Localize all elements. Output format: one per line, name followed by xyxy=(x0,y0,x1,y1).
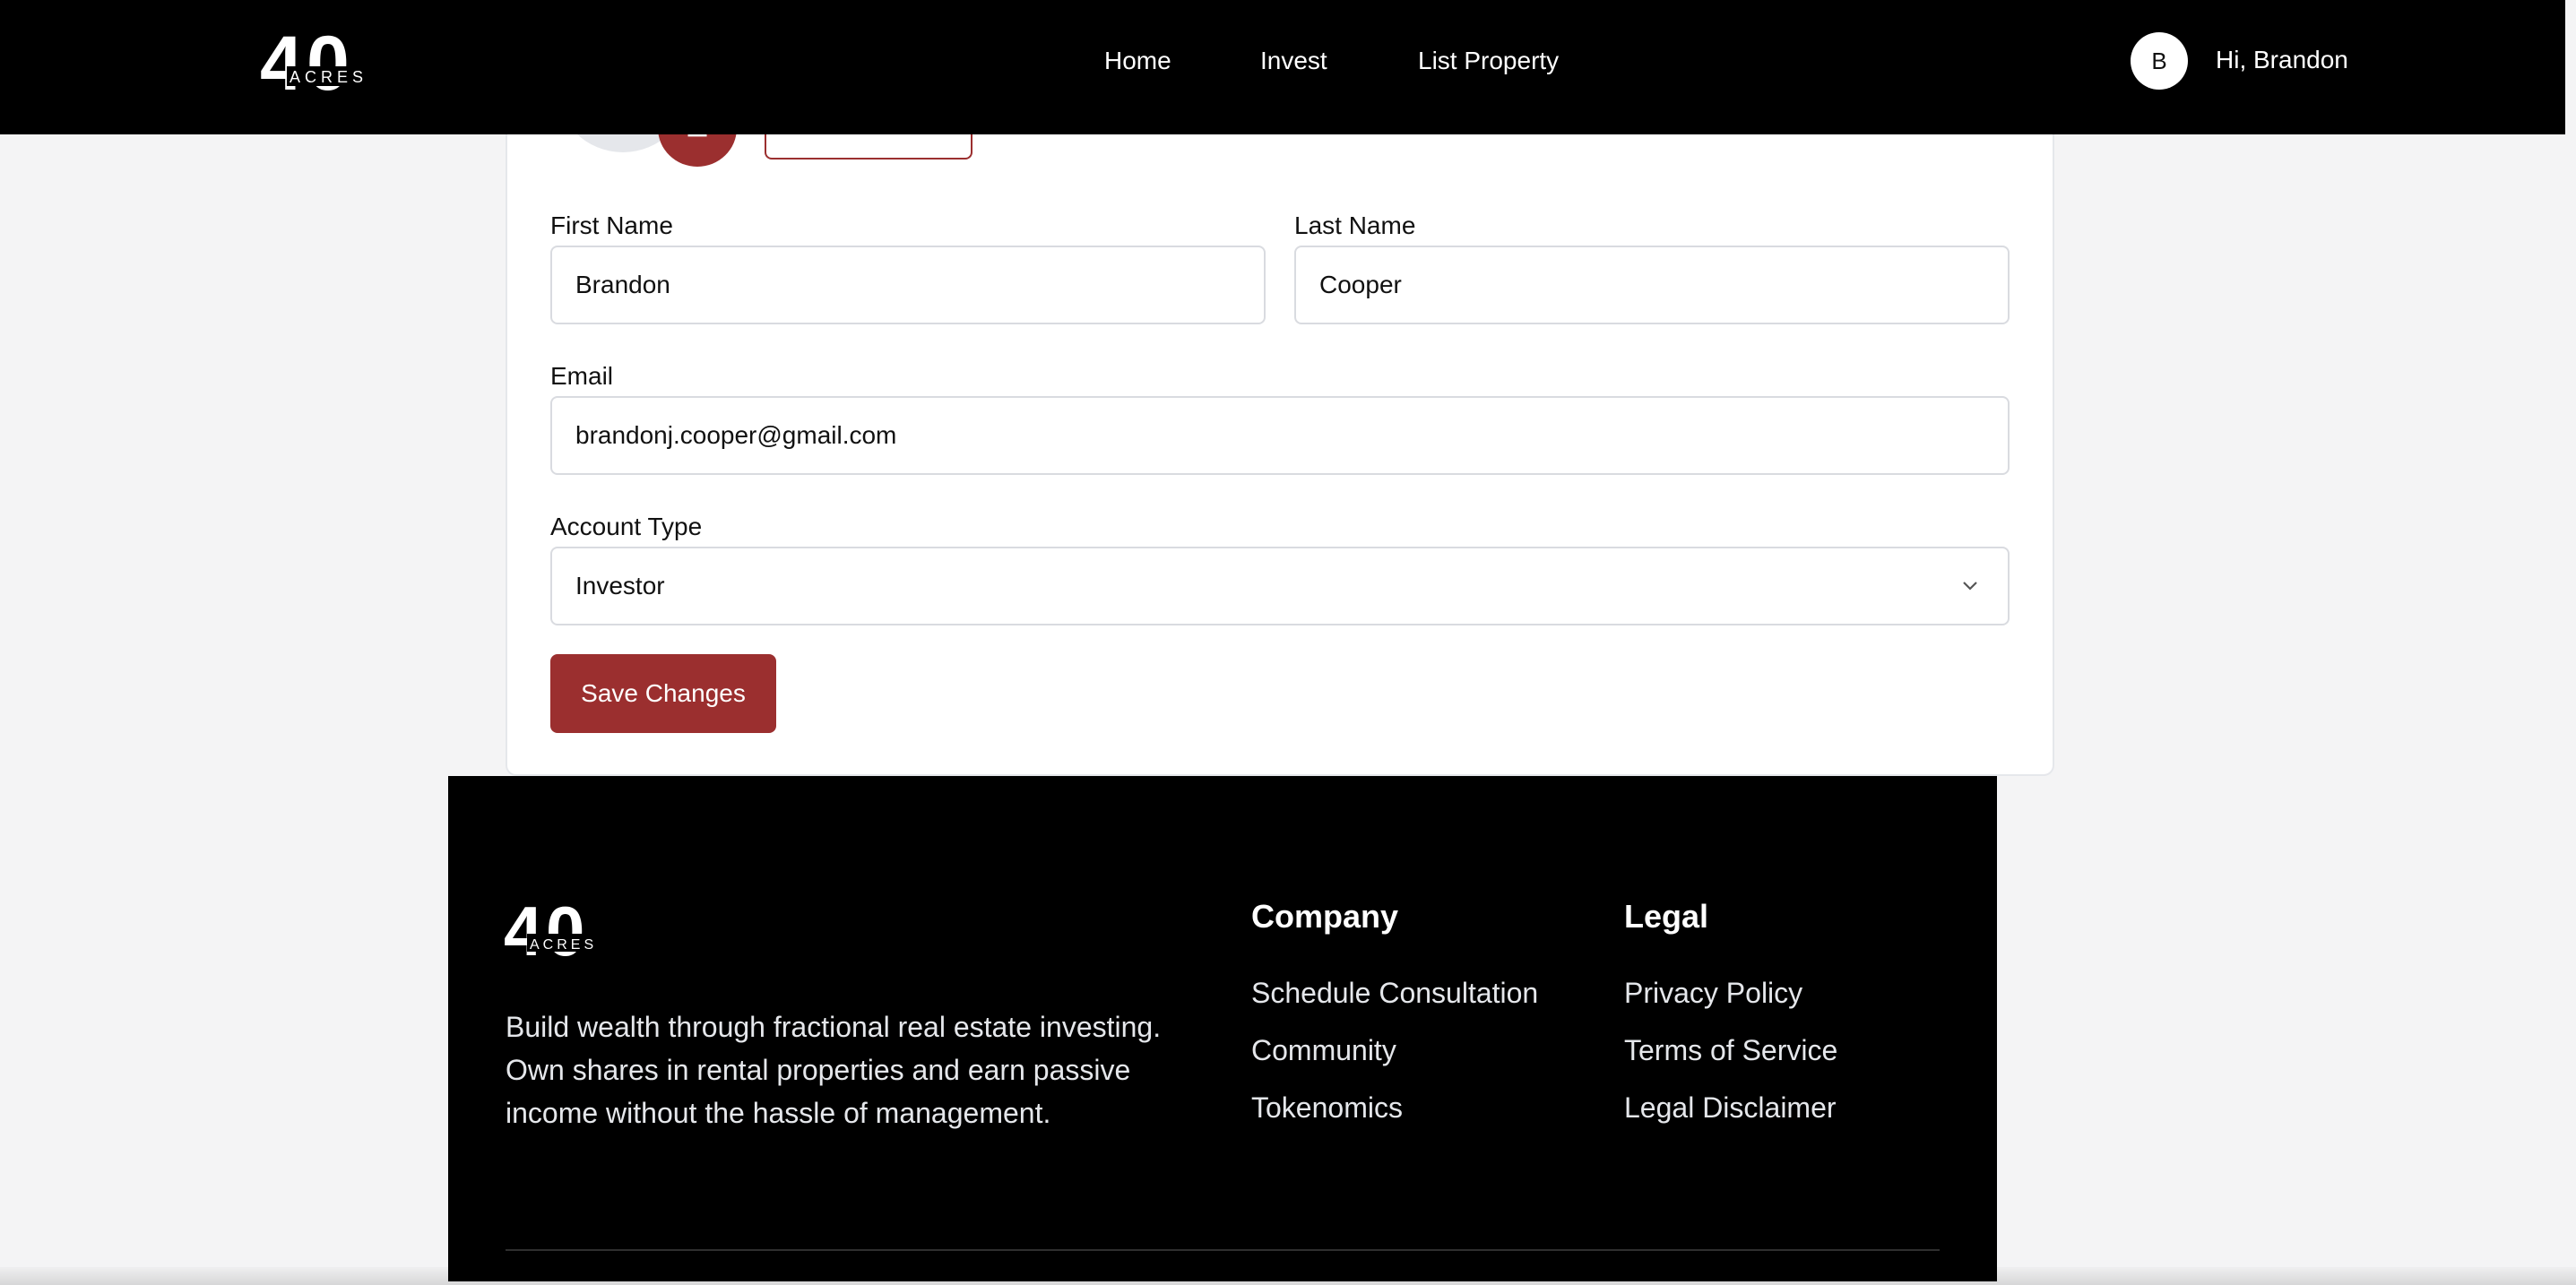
footer-link-tokenomics[interactable]: Tokenomics xyxy=(1251,1091,1403,1125)
account-type-label: Account Type xyxy=(550,513,703,540)
footer-link-legal-disclaimer[interactable]: Legal Disclaimer xyxy=(1624,1091,1837,1125)
nav-list-property-link[interactable]: List Property xyxy=(1418,47,1559,75)
40-acres-logo[interactable]: 4 0 ACRES xyxy=(260,25,391,108)
svg-text:4: 4 xyxy=(504,896,542,970)
svg-text:4: 4 xyxy=(260,25,303,107)
footer-link-schedule-consultation[interactable]: Schedule Consultation xyxy=(1251,977,1538,1010)
user-avatar[interactable]: B xyxy=(2131,32,2188,90)
window-bottom-shadow xyxy=(0,1267,2576,1285)
svg-text:ACRES: ACRES xyxy=(290,68,367,86)
footer-link-privacy-policy[interactable]: Privacy Policy xyxy=(1624,977,1802,1010)
nav-invest-link[interactable]: Invest xyxy=(1260,47,1327,75)
account-type-value: Investor xyxy=(575,572,665,599)
nav-home-link[interactable]: Home xyxy=(1104,47,1171,75)
top-navigation-bar: 4 0 ACRES Home Invest List Property B Hi… xyxy=(0,0,2565,134)
svg-text:0: 0 xyxy=(546,896,584,970)
footer-legal-heading: Legal xyxy=(1624,898,1709,935)
footer-description: Build wealth through fractional real est… xyxy=(506,1011,1162,1129)
save-changes-button[interactable]: Save Changes xyxy=(550,654,776,733)
first-name-label: First Name xyxy=(550,211,673,239)
footer-link-community[interactable]: Community xyxy=(1251,1034,1396,1067)
user-greeting[interactable]: Hi, Brandon xyxy=(2216,46,2348,74)
email-field[interactable]: brandonj.cooper@gmail.com xyxy=(550,396,2010,475)
chevron-down-icon[interactable] xyxy=(1959,575,1981,597)
page: 4 0 ACRES Home Invest List Property B Hi… xyxy=(0,0,2576,1285)
footer-company-heading: Company xyxy=(1251,898,1399,935)
email-label: Email xyxy=(550,362,614,390)
footer-link-terms-of-service[interactable]: Terms of Service xyxy=(1624,1034,1837,1067)
account-type-select[interactable]: Investor xyxy=(550,547,2010,625)
last-name-label: Last Name xyxy=(1294,211,1416,239)
svg-text:ACRES: ACRES xyxy=(530,937,597,953)
svg-text:0: 0 xyxy=(307,25,350,107)
first-name-field[interactable]: Brandon xyxy=(550,246,1266,324)
footer-40-acres-logo[interactable]: 4 0 ACRES xyxy=(504,896,620,971)
last-name-field[interactable]: Cooper xyxy=(1294,246,2010,324)
footer-divider xyxy=(506,1249,1940,1251)
